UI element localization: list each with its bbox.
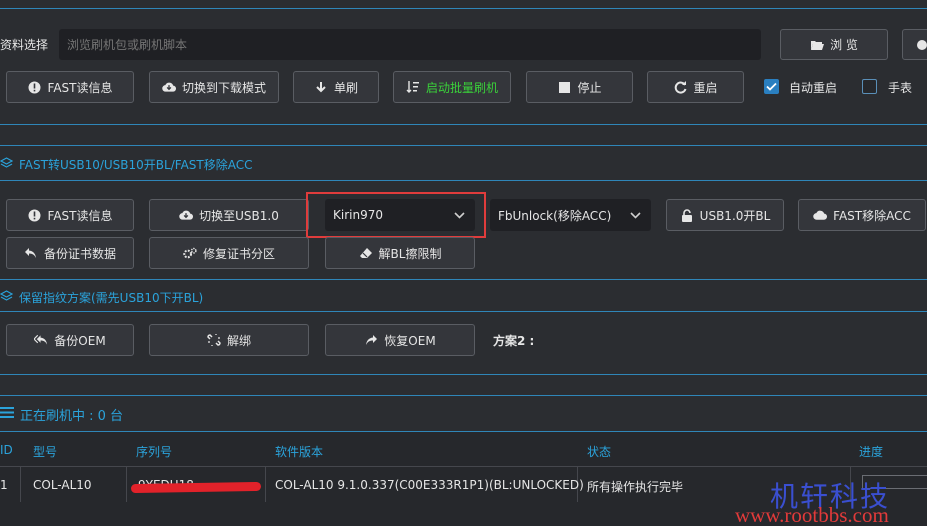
unlock-bl-erase-limit-button[interactable]: 解BL擦限制 — [325, 237, 475, 269]
row-status: 所有操作执行完毕 — [587, 480, 684, 494]
fast-read-info-button-2[interactable]: FAST读信息 — [6, 199, 134, 231]
layers-icon — [0, 156, 14, 172]
switch-download-mode-button[interactable]: 切换到下载模式 — [149, 71, 279, 103]
manual-checkbox[interactable] — [862, 79, 877, 94]
col-sep — [126, 466, 127, 502]
col-serial[interactable]: 序列号 — [136, 443, 172, 460]
watermark-url: www.rootbbs.com — [735, 503, 889, 526]
stop-square-icon — [557, 80, 571, 94]
circle-icon — [915, 38, 927, 52]
usb10-open-bl-button[interactable]: USB1.0开BL — [666, 199, 784, 231]
eraser-icon — [359, 246, 373, 260]
col-id[interactable]: ID — [0, 443, 13, 457]
gears-icon — [183, 246, 197, 260]
share-arrow-icon — [364, 333, 378, 347]
unlink-icon — [207, 333, 221, 347]
cloud-icon — [813, 208, 828, 222]
divider-6 — [0, 374, 927, 375]
browse-button[interactable]: 浏 览 — [780, 29, 888, 60]
col-sep — [20, 466, 21, 502]
backup-cert-data-button[interactable]: 备份证书数据 — [6, 237, 134, 269]
row-version: COL-AL10 9.1.0.337(C00E333R1P1)(BL:UNLOC… — [275, 478, 584, 492]
manual-label: 手表 — [888, 81, 913, 95]
divider-2 — [0, 145, 927, 146]
restart-button[interactable]: 重启 — [647, 71, 744, 103]
exclamation-circle-icon — [28, 208, 42, 222]
switch-usb10-button[interactable]: 切换至USB1.0 — [149, 199, 309, 231]
folder-open-icon — [810, 38, 825, 52]
layers-icon — [0, 289, 14, 305]
extra-button[interactable] — [902, 29, 927, 60]
flashing-count-title: 正在刷机中 : 0 台 — [0, 405, 123, 424]
chevron-down-icon — [454, 208, 465, 222]
divider-3 — [0, 180, 927, 181]
check-icon — [766, 82, 777, 91]
fast-read-info-button[interactable]: FAST读信息 — [6, 71, 134, 103]
auto-restart-label: 自动重启 — [789, 81, 838, 95]
chevron-down-icon — [630, 208, 641, 222]
plan2-label: 方案2 : — [493, 334, 535, 348]
section-fingerprint-title: 保留指纹方案(需先USB10下开BL) — [0, 288, 203, 306]
cloud-download-icon — [162, 80, 176, 94]
unlock-icon — [680, 208, 694, 222]
restore-oem-button[interactable]: 恢复OEM — [325, 324, 475, 356]
row-model: COL-AL10 — [33, 478, 92, 492]
col-sep — [265, 466, 266, 502]
divider-5 — [0, 311, 927, 312]
cloud-download-icon — [179, 208, 194, 222]
fast-remove-acc-button[interactable]: FAST移除ACC — [798, 199, 926, 231]
chip-select[interactable]: Kirin970 — [325, 199, 475, 231]
divider-1 — [0, 124, 927, 125]
row-id: 1 — [0, 478, 8, 492]
unlock-mode-select[interactable]: FbUnlock(移除ACC) — [490, 199, 651, 231]
auto-restart-checkbox[interactable] — [764, 79, 779, 94]
col-model[interactable]: 型号 — [33, 443, 57, 460]
divider-7 — [0, 395, 927, 396]
section-fast-usb-title: FAST转USB10/USB10开BL/FAST移除ACC — [0, 155, 252, 173]
col-progress[interactable]: 进度 — [859, 443, 883, 460]
file-path-input[interactable] — [59, 29, 761, 60]
refresh-icon — [673, 80, 687, 94]
arrow-down-icon — [314, 80, 328, 94]
single-flash-button[interactable]: 单刷 — [293, 71, 379, 103]
unbind-button[interactable]: 解绑 — [149, 324, 309, 356]
exclamation-circle-icon — [28, 80, 42, 94]
sort-list-icon — [406, 80, 420, 94]
divider-4 — [0, 279, 927, 280]
top-divider — [0, 8, 927, 9]
reply-all-icon — [34, 333, 48, 347]
col-status[interactable]: 状态 — [587, 443, 611, 460]
reply-arrow-icon — [24, 246, 38, 260]
list-icon — [0, 406, 14, 422]
start-batch-flash-button[interactable]: 启动批量刷机 — [393, 71, 511, 103]
col-version[interactable]: 软件版本 — [275, 443, 323, 460]
table-header-divider — [0, 466, 927, 467]
backup-oem-button[interactable]: 备份OEM — [6, 324, 134, 356]
repair-cert-partition-button[interactable]: 修复证书分区 — [149, 237, 309, 269]
file-label: 资料选择 — [0, 38, 49, 52]
stop-button[interactable]: 停止 — [526, 71, 633, 103]
